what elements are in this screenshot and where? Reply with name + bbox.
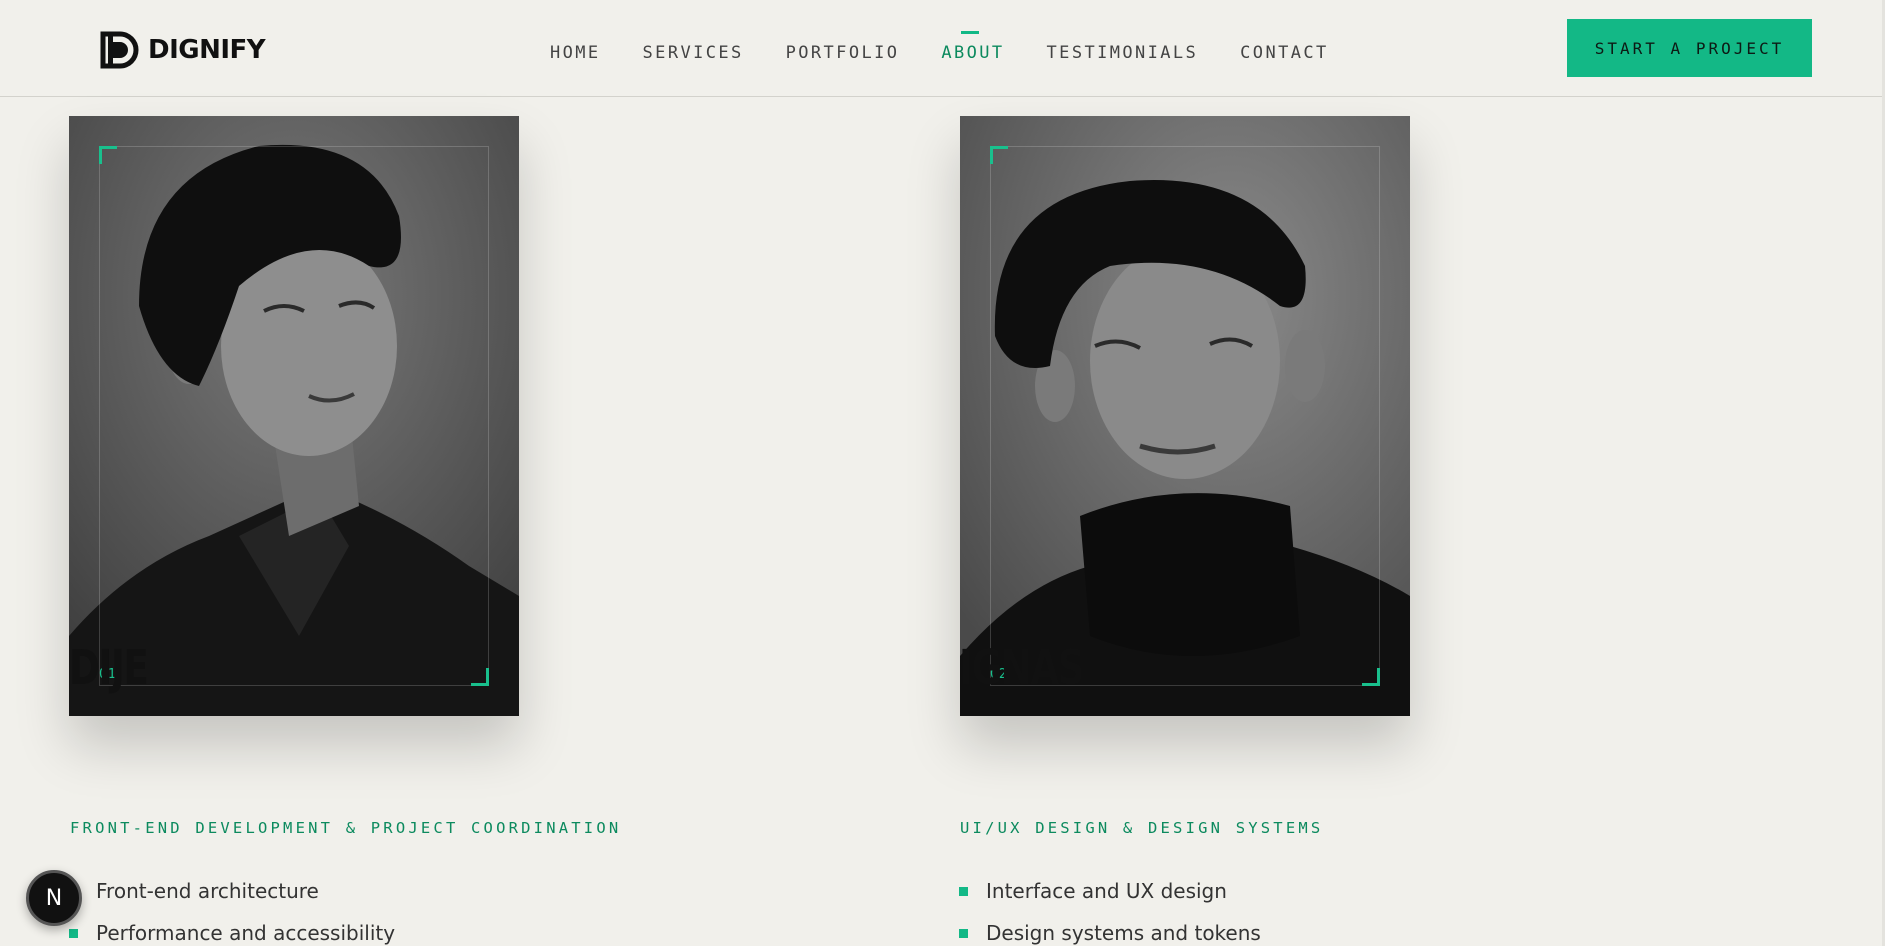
brand-logo[interactable]: DIGNIFY xyxy=(100,31,266,69)
skill-label: Interface and UX design xyxy=(986,879,1227,903)
member-role: UI/UX DESIGN & DESIGN SYSTEMS xyxy=(960,819,1324,837)
dd-logo-mark-icon xyxy=(100,31,139,69)
photo-frame xyxy=(990,146,1380,686)
member-name: DIJE xyxy=(69,640,149,696)
nav-testimonials[interactable]: TESTIMONIALS xyxy=(1047,40,1199,63)
skill-label: Design systems and tokens xyxy=(986,921,1261,945)
brand-name: DIGNIFY xyxy=(148,35,266,65)
skill-item: Front-end architecture xyxy=(69,870,395,912)
portrait-photo: 01 xyxy=(69,116,519,716)
skill-label: Performance and accessibility xyxy=(96,921,396,945)
skill-list: Interface and UX design Design systems a… xyxy=(959,870,1261,946)
main-nav: HOME SERVICES PORTFOLIO ABOUT TESTIMONIA… xyxy=(550,31,1371,63)
bullet-icon xyxy=(69,928,78,938)
skill-item: Design systems and tokens xyxy=(959,912,1261,946)
skill-list: Front-end architecture Performance and a… xyxy=(69,870,395,946)
nav-about[interactable]: ABOUT xyxy=(941,31,1004,63)
skill-item: Performance and accessibility xyxy=(69,912,395,946)
skill-item: Interface and UX design xyxy=(959,870,1261,912)
corner-accent xyxy=(1362,668,1380,686)
corner-accent xyxy=(471,668,489,686)
corner-accent xyxy=(99,146,117,164)
dev-tools-badge[interactable]: N xyxy=(26,870,82,926)
member-role: FRONT-END DEVELOPMENT & PROJECT COORDINA… xyxy=(70,819,622,837)
nav-contact[interactable]: CONTACT xyxy=(1240,40,1328,63)
member-name: IGNAS xyxy=(959,640,1085,696)
bullet-icon xyxy=(959,886,968,896)
team-card-dije: 01 xyxy=(69,116,519,716)
nav-services[interactable]: SERVICES xyxy=(643,40,744,63)
photo-frame xyxy=(99,146,489,686)
skill-label: Front-end architecture xyxy=(96,879,319,903)
start-project-button[interactable]: START A PROJECT xyxy=(1567,19,1812,77)
site-header: DIGNIFY HOME SERVICES PORTFOLIO ABOUT TE… xyxy=(0,0,1885,97)
nav-portfolio[interactable]: PORTFOLIO xyxy=(786,40,900,63)
bullet-icon xyxy=(959,928,968,938)
corner-accent xyxy=(990,146,1008,164)
nav-home[interactable]: HOME xyxy=(550,40,601,63)
portrait-photo: 02 xyxy=(960,116,1410,716)
team-card-ignas: 02 xyxy=(960,116,1410,716)
